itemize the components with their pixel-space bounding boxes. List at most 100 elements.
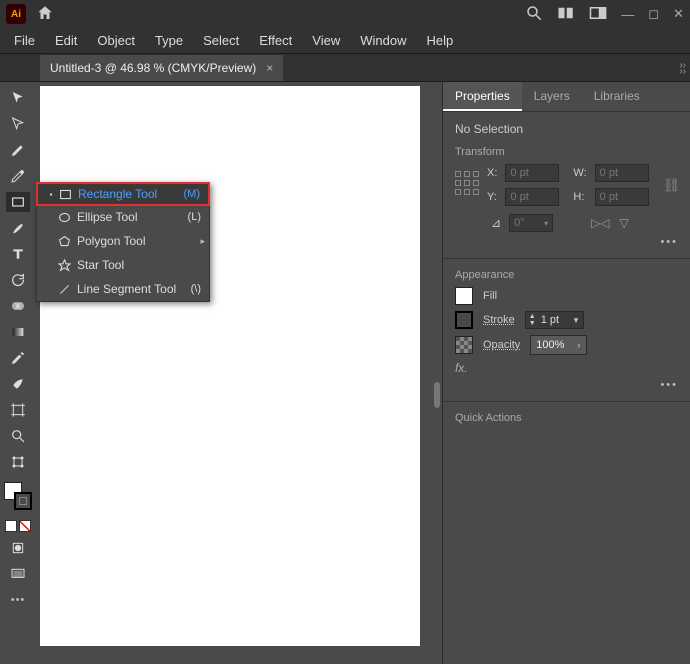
tab-libraries[interactable]: Libraries bbox=[582, 82, 652, 111]
line-icon bbox=[55, 283, 73, 296]
eyedropper-tool[interactable] bbox=[6, 348, 30, 368]
menu-effect[interactable]: Effect bbox=[249, 29, 302, 52]
menu-object[interactable]: Object bbox=[87, 29, 145, 52]
reference-point[interactable] bbox=[455, 171, 479, 199]
menu-select[interactable]: Select bbox=[193, 29, 249, 52]
fill-stroke-swatch[interactable] bbox=[4, 482, 32, 510]
document-tab-title: Untitled-3 @ 46.98 % (CMYK/Preview) bbox=[50, 61, 256, 75]
x-input[interactable] bbox=[505, 164, 559, 182]
pen-tool[interactable] bbox=[6, 140, 30, 160]
ellipse-icon bbox=[55, 211, 73, 224]
menu-help[interactable]: Help bbox=[416, 29, 463, 52]
collapse-panel-icon[interactable]: ›› bbox=[679, 66, 686, 77]
stroke-value[interactable] bbox=[539, 312, 569, 328]
h-label: H: bbox=[573, 191, 586, 203]
appearance-more-icon[interactable]: ••• bbox=[455, 379, 678, 391]
color-mode-swatches[interactable] bbox=[5, 520, 31, 532]
edit-toolbar[interactable]: ••• bbox=[6, 590, 30, 610]
angle-input-group[interactable]: ▾ bbox=[509, 214, 553, 232]
direct-selection-tool[interactable] bbox=[6, 114, 30, 134]
tab-layers[interactable]: Layers bbox=[522, 82, 582, 111]
paintbrush-tool[interactable] bbox=[6, 218, 30, 238]
rotate-tool[interactable] bbox=[6, 270, 30, 290]
polygon-icon bbox=[55, 235, 73, 248]
opacity-value[interactable] bbox=[531, 336, 571, 354]
free-transform-tool[interactable] bbox=[6, 452, 30, 472]
flyout-shortcut: (M) bbox=[184, 188, 201, 200]
opacity-swatch[interactable] bbox=[455, 336, 473, 354]
lock-aspect-icon[interactable]: ⛓ bbox=[663, 177, 681, 194]
artboard[interactable] bbox=[40, 86, 420, 646]
canvas-area bbox=[36, 82, 442, 664]
rectangle-tool[interactable] bbox=[6, 192, 30, 212]
flyout-ellipse-tool[interactable]: Ellipse Tool (L) bbox=[37, 205, 209, 229]
workspace-icon[interactable] bbox=[589, 6, 607, 23]
rectangle-icon bbox=[56, 188, 74, 201]
window-maximize[interactable]: ◻ bbox=[648, 6, 659, 22]
flyout-line-tool[interactable]: Line Segment Tool (\) bbox=[37, 277, 209, 301]
transform-more-icon[interactable]: ••• bbox=[455, 236, 678, 248]
flyout-label: Line Segment Tool bbox=[77, 282, 191, 296]
opacity-label[interactable]: Opacity bbox=[483, 339, 520, 351]
stroke-color-swatch[interactable] bbox=[455, 311, 473, 329]
home-button[interactable] bbox=[36, 4, 54, 25]
screen-mode[interactable] bbox=[6, 564, 30, 584]
stroke-swatch[interactable] bbox=[14, 492, 32, 510]
app-badge: Ai bbox=[6, 4, 26, 24]
scrollbar-thumb[interactable] bbox=[434, 382, 440, 408]
no-selection-label: No Selection bbox=[455, 122, 678, 136]
flip-horizontal-icon[interactable]: ▷◁ bbox=[591, 216, 609, 230]
flyout-polygon-tool[interactable]: Polygon Tool ▸ bbox=[37, 229, 209, 253]
flyout-shortcut: (\) bbox=[191, 283, 201, 295]
menu-window[interactable]: Window bbox=[350, 29, 416, 52]
tab-close-button[interactable]: × bbox=[266, 61, 273, 75]
angle-input[interactable] bbox=[514, 217, 544, 229]
tab-properties[interactable]: Properties bbox=[443, 82, 522, 111]
panel-body: No Selection Transform X: W: Y: H: ⛓ bbox=[443, 112, 690, 664]
flyout-shortcut: (L) bbox=[188, 211, 201, 223]
arrange-icon[interactable] bbox=[557, 6, 575, 23]
w-input[interactable] bbox=[595, 164, 649, 182]
curvature-tool[interactable] bbox=[6, 166, 30, 186]
color-mode-solid[interactable] bbox=[5, 520, 17, 532]
menu-view[interactable]: View bbox=[302, 29, 350, 52]
selection-tool[interactable] bbox=[6, 88, 30, 108]
color-mode-none[interactable] bbox=[19, 520, 31, 532]
artboard-tool[interactable] bbox=[6, 400, 30, 420]
panel-tabs: ›› Properties Layers Libraries bbox=[443, 82, 690, 112]
draw-mode[interactable] bbox=[6, 538, 30, 558]
zoom-tool[interactable] bbox=[6, 426, 30, 446]
flip-vertical-icon[interactable]: ▽ bbox=[620, 216, 629, 230]
flyout-label: Polygon Tool bbox=[77, 234, 201, 248]
symbol-sprayer-tool[interactable] bbox=[6, 374, 30, 394]
menu-edit[interactable]: Edit bbox=[45, 29, 87, 52]
workspace: ••• ›› Properties Layers Libraries No Se… bbox=[0, 82, 690, 664]
quick-actions-title: Quick Actions bbox=[455, 412, 678, 424]
angle-label: ⊿ bbox=[491, 216, 501, 230]
w-label: W: bbox=[573, 167, 586, 179]
menu-type[interactable]: Type bbox=[145, 29, 193, 52]
document-tab[interactable]: Untitled-3 @ 46.98 % (CMYK/Preview) × bbox=[40, 55, 283, 81]
gradient-tool[interactable] bbox=[6, 322, 30, 342]
type-tool[interactable] bbox=[6, 244, 30, 264]
fill-label: Fill bbox=[483, 290, 497, 302]
search-icon[interactable] bbox=[525, 4, 543, 25]
flyout-label: Ellipse Tool bbox=[77, 210, 188, 224]
flyout-label: Star Tool bbox=[77, 258, 201, 272]
shape-builder-tool[interactable] bbox=[6, 296, 30, 316]
y-input[interactable] bbox=[505, 188, 559, 206]
fx-label[interactable]: fx. bbox=[455, 361, 678, 375]
window-minimize[interactable]: — bbox=[621, 7, 634, 22]
star-icon bbox=[55, 259, 73, 272]
stroke-weight-input[interactable]: ▲▼ ▾ bbox=[525, 311, 584, 329]
flyout-rectangle-tool[interactable]: ▪ Rectangle Tool (M) bbox=[36, 182, 210, 206]
opacity-input-group[interactable]: › bbox=[530, 335, 587, 355]
stroke-label[interactable]: Stroke bbox=[483, 314, 515, 326]
document-tab-bar: Untitled-3 @ 46.98 % (CMYK/Preview) × ›› bbox=[0, 54, 690, 82]
window-close[interactable]: ✕ bbox=[673, 6, 684, 22]
transform-title: Transform bbox=[455, 146, 678, 158]
menu-file[interactable]: File bbox=[4, 29, 45, 52]
h-input[interactable] bbox=[595, 188, 649, 206]
flyout-star-tool[interactable]: Star Tool bbox=[37, 253, 209, 277]
fill-color-swatch[interactable] bbox=[455, 287, 473, 305]
